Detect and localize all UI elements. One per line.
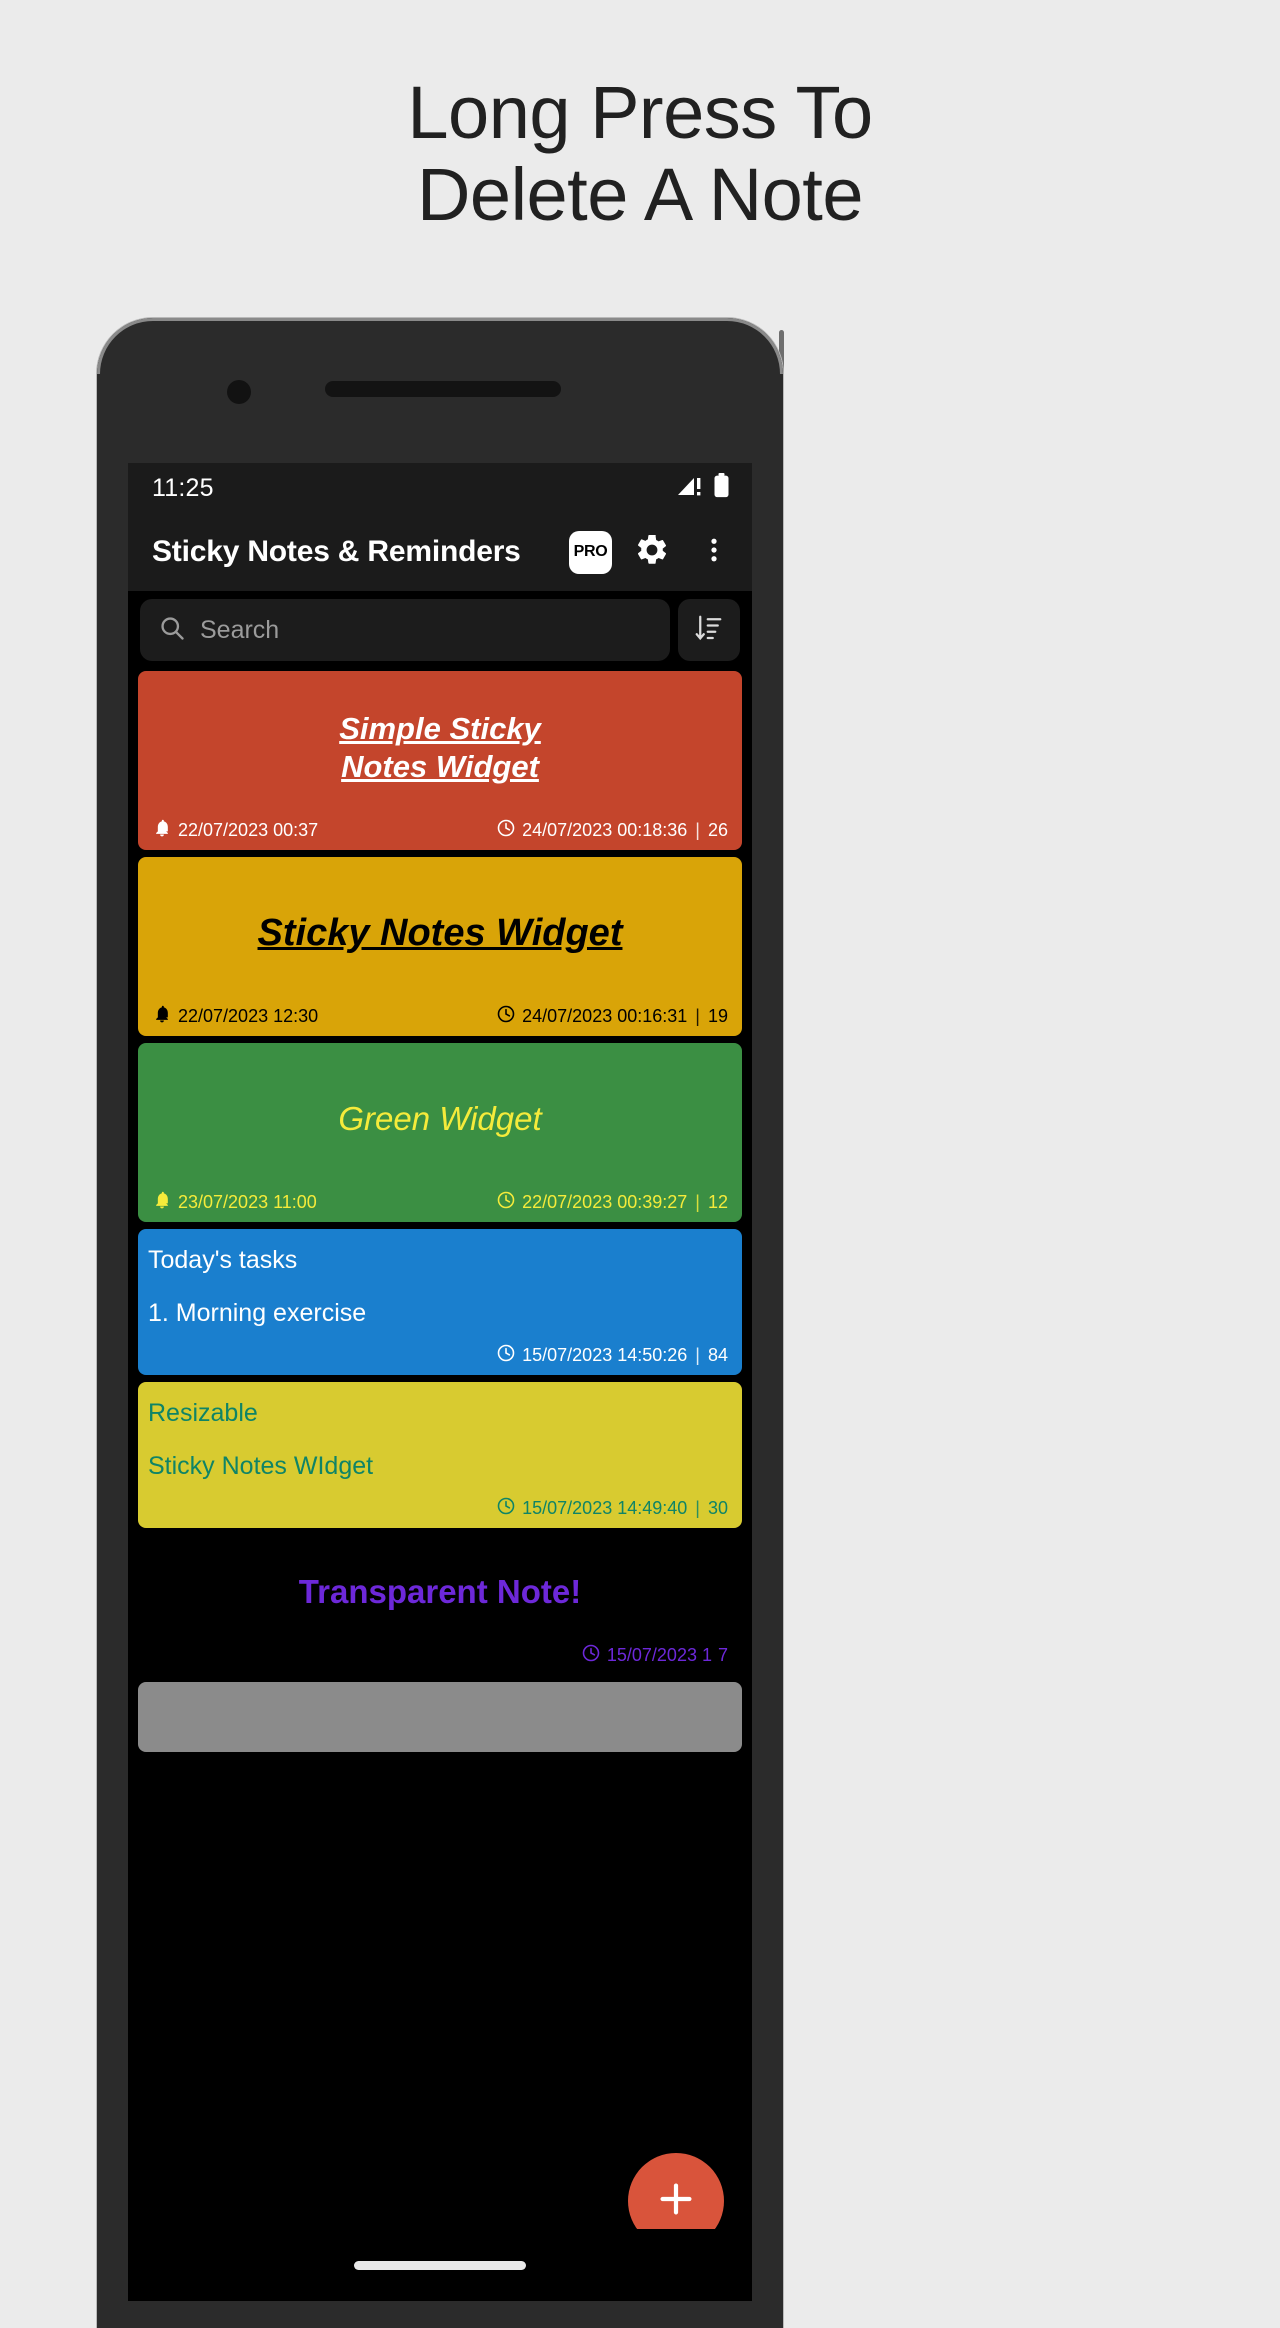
settings-button[interactable] — [630, 530, 674, 574]
note-text: Sticky Notes Widget — [257, 912, 623, 955]
status-bar-icons — [677, 473, 730, 503]
promo-heading-line-2: Delete A Note — [416, 153, 864, 236]
phone-frame: 11:25 Sticky Notes & Reminders PRO Searc… — [97, 318, 783, 2328]
clock-icon — [581, 1643, 601, 1668]
note-card[interactable]: Resizable Sticky Notes WIdget 15/07/2023 … — [138, 1382, 742, 1528]
search-icon — [158, 614, 186, 647]
note-character-count: 84 — [707, 1345, 728, 1365]
note-text: Green Widget — [338, 1100, 542, 1138]
note-content: Transparent Note! — [148, 1545, 732, 1639]
app-bar-actions: PRO — [569, 530, 736, 574]
note-meta-separator: | — [695, 1498, 700, 1518]
note-card[interactable]: Green Widget 23/07/2023 11:00 22/07/2023 0… — [138, 1043, 742, 1222]
note-character-count: 7 — [717, 1645, 728, 1665]
note-meta: 15/07/2023 14:50:26 | 84 — [148, 1339, 732, 1375]
overflow-menu-button[interactable] — [692, 530, 736, 574]
note-text: Today's tasks 1. Morning exercise — [148, 1246, 367, 1327]
clock-icon — [496, 818, 516, 843]
note-modified-time: 24/07/2023 00:18:36 — [522, 820, 688, 840]
bell-icon — [152, 818, 172, 843]
note-modified: 24/07/2023 00:16:31 | 19 — [496, 1004, 728, 1029]
home-gesture-pill[interactable] — [354, 2260, 526, 2270]
note-modified: 15/07/2023 14:49:40 | 30 — [496, 1496, 728, 1521]
note-card[interactable]: Simple Sticky Notes Widget 22/07/2023 00:3… — [138, 671, 742, 850]
plus-icon — [653, 2176, 699, 2227]
note-card[interactable]: Today's tasks 1. Morning exercise 15/07/2… — [138, 1229, 742, 1375]
note-modified-time: 22/07/2023 00:39:27 — [522, 1192, 688, 1212]
note-reminder: 22/07/2023 12:30 — [152, 1004, 318, 1029]
note-meta-separator: | — [695, 820, 700, 840]
note-content: Resizable Sticky Notes WIdget — [148, 1392, 732, 1492]
note-content: Today's tasks 1. Morning exercise — [148, 1239, 732, 1339]
note-modified: 15/07/2023 14:50:26 | 84 — [496, 1343, 728, 1368]
note-reminder-time: 22/07/2023 00:37 — [178, 820, 319, 840]
note-meta: 15/07/2023 14:49:40 | 30 — [148, 1492, 732, 1528]
front-camera-icon — [227, 380, 251, 404]
note-modified-time: 24/07/2023 00:16:31 — [522, 1006, 688, 1026]
note-text — [148, 1711, 732, 1734]
note-modified: 15/07/2023 17 — [581, 1643, 728, 1668]
note-meta-separator: | — [695, 1345, 700, 1365]
earpiece-speaker — [325, 381, 561, 397]
note-meta: 22/07/2023 00:37 24/07/2023 00:18:36 | 26 — [148, 814, 732, 850]
note-modified-time: 15/07/2023 14:50:26 — [522, 1345, 688, 1365]
app-title: Sticky Notes & Reminders — [152, 535, 521, 568]
note-reminder: 23/07/2023 11:00 — [152, 1190, 317, 1215]
clock-icon — [496, 1004, 516, 1029]
note-list: Simple Sticky Notes Widget 22/07/2023 00:3… — [128, 671, 752, 1752]
note-meta-separator: | — [695, 1192, 700, 1212]
search-row: Search — [128, 591, 752, 671]
clock-icon — [496, 1496, 516, 1521]
clock-icon — [496, 1190, 516, 1215]
sort-descending-icon — [694, 613, 724, 648]
note-meta: 23/07/2023 11:00 22/07/2023 00:39:27 | 12 — [148, 1186, 732, 1222]
note-text: Resizable Sticky Notes WIdget — [148, 1399, 374, 1480]
pro-badge-label: PRO — [573, 543, 608, 560]
note-content: Sticky Notes Widget — [148, 867, 732, 1000]
note-card[interactable]: Transparent Note! 15/07/2023 17 — [138, 1535, 742, 1675]
note-modified: 22/07/2023 00:39:27 | 12 — [496, 1190, 728, 1215]
note-modified: 24/07/2023 00:18:36 | 26 — [496, 818, 728, 843]
bell-icon — [152, 1190, 172, 1215]
note-meta: 22/07/2023 12:30 24/07/2023 00:16:31 | 19 — [148, 1000, 732, 1036]
note-character-count: 30 — [707, 1498, 728, 1518]
cellular-signal-warning-icon — [677, 475, 703, 502]
note-content: Green Widget — [148, 1053, 732, 1186]
promo-heading-line-1: Long Press To — [407, 71, 873, 154]
phone-screen: 11:25 Sticky Notes & Reminders PRO Searc… — [128, 463, 752, 2301]
note-card[interactable] — [138, 1682, 742, 1752]
bell-icon — [152, 1004, 172, 1029]
clock-icon — [496, 1343, 516, 1368]
note-text: Simple Sticky Notes Widget — [339, 710, 541, 784]
note-meta: 15/07/2023 17 — [148, 1639, 732, 1675]
note-card[interactable]: Sticky Notes Widget 22/07/2023 12:30 24/07… — [138, 857, 742, 1036]
note-meta-separator: | — [695, 1006, 700, 1026]
app-bar: Sticky Notes & Reminders PRO — [128, 513, 752, 591]
note-reminder: 22/07/2023 00:37 — [152, 818, 318, 843]
note-content: Simple Sticky Notes Widget — [148, 681, 732, 814]
note-reminder-time: 22/07/2023 12:30 — [178, 1006, 319, 1026]
note-content — [148, 1692, 732, 1752]
note-reminder-time: 23/07/2023 11:00 — [178, 1192, 317, 1212]
sort-button[interactable] — [678, 599, 740, 661]
note-modified-time: 15/07/2023 14:49:40 — [522, 1498, 688, 1518]
more-vertical-icon — [699, 535, 729, 570]
pro-badge-button[interactable]: PRO — [569, 530, 612, 574]
gear-icon — [634, 532, 670, 573]
note-text: Transparent Note! — [298, 1572, 582, 1610]
search-input[interactable]: Search — [140, 599, 670, 661]
note-character-count: 12 — [707, 1192, 728, 1212]
note-character-count: 26 — [707, 820, 728, 840]
note-character-count: 19 — [707, 1006, 728, 1026]
status-bar-clock: 11:25 — [152, 473, 214, 502]
status-bar: 11:25 — [128, 463, 752, 513]
promo-heading: Long Press To Delete A Note — [0, 72, 1280, 236]
search-placeholder: Search — [200, 615, 280, 644]
note-modified-time: 15/07/2023 1 — [606, 1645, 712, 1665]
battery-full-icon — [713, 473, 730, 503]
system-navigation-bar — [128, 2229, 752, 2301]
